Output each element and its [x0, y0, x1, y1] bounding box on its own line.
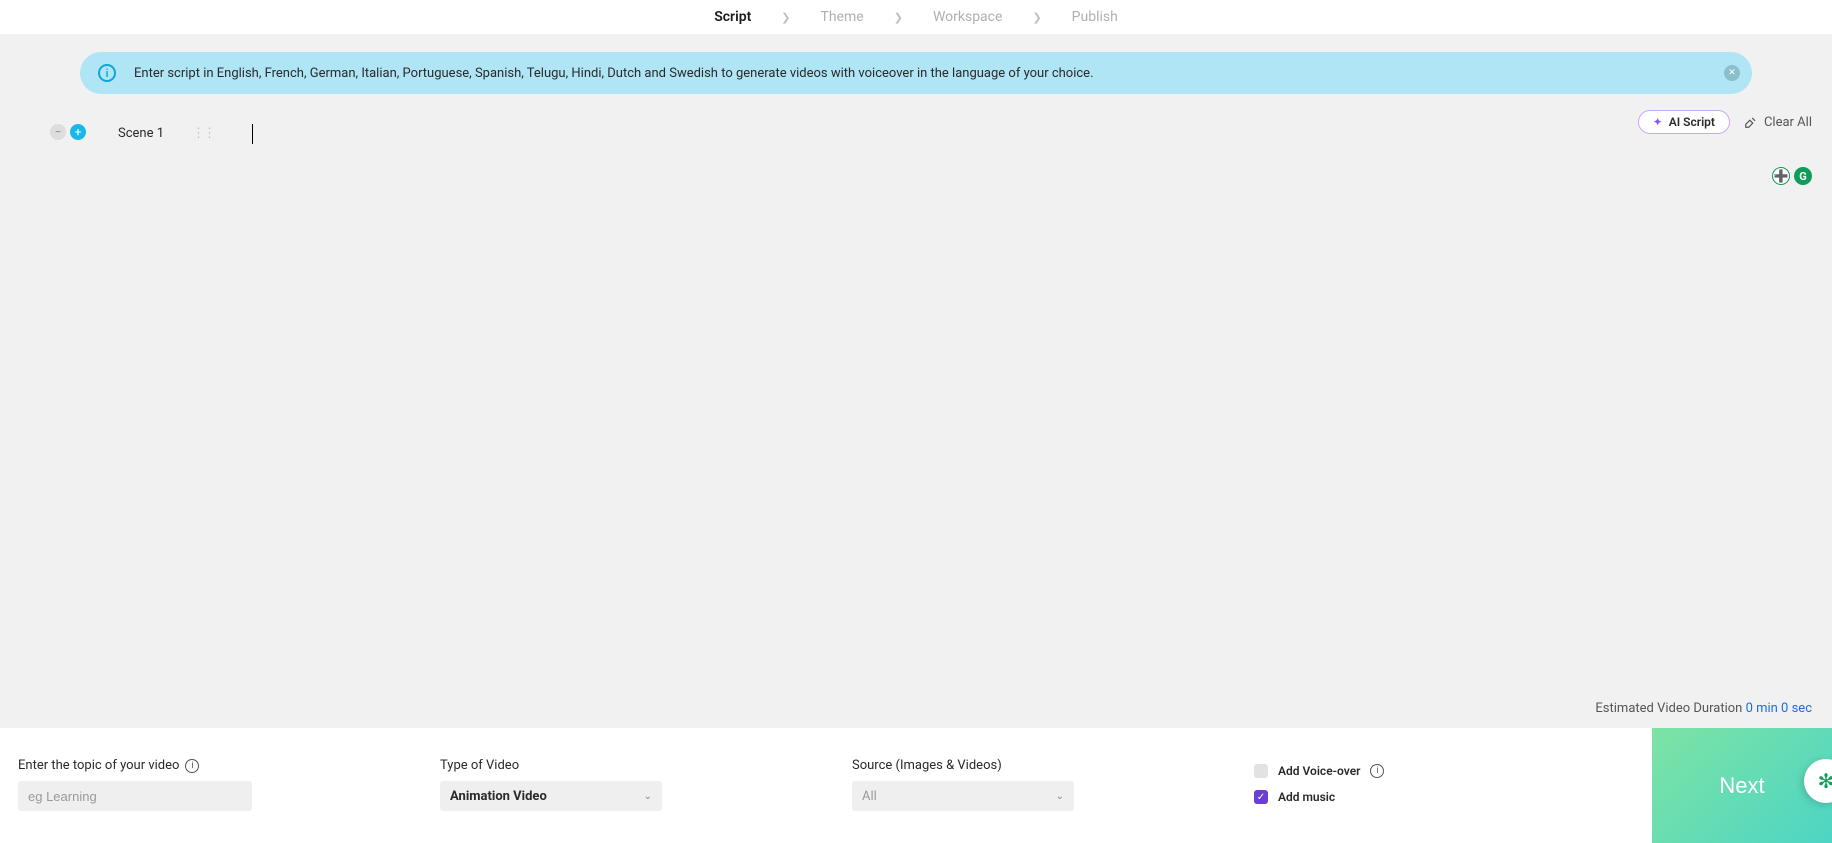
video-type-select[interactable]: Animation Video ⌄ — [440, 781, 662, 811]
info-banner: Enter script in English, French, German,… — [80, 52, 1752, 94]
close-banner-button[interactable]: ✕ — [1724, 65, 1740, 81]
source-select[interactable]: All ⌄ — [852, 781, 1074, 811]
chevron-right-icon: ❯ — [894, 11, 903, 24]
topic-field-group: Enter the topic of your video i — [18, 758, 252, 811]
type-field-group: Type of Video Animation Video ⌄ — [440, 758, 662, 811]
add-scene-button[interactable]: + — [70, 124, 86, 140]
chevron-down-icon: ⌄ — [644, 791, 652, 802]
source-label: Source (Images & Videos) — [852, 758, 1074, 773]
options-column: Add Voice-over i ✓ Add music — [1254, 764, 1384, 804]
video-type-value: Animation Video — [450, 789, 547, 804]
music-checkbox-row[interactable]: ✓ Add music — [1254, 790, 1384, 804]
help-icon[interactable]: i — [1370, 764, 1384, 778]
info-banner-text: Enter script in English, French, German,… — [134, 66, 1094, 81]
info-icon — [98, 64, 116, 82]
step-theme[interactable]: Theme — [821, 9, 864, 25]
assistant-icon: ✻ — [1818, 769, 1832, 793]
scene-controls: − + — [50, 124, 86, 140]
music-label: Add music — [1278, 790, 1335, 804]
text-cursor[interactable] — [252, 124, 253, 144]
step-script[interactable]: Script — [714, 9, 751, 25]
topic-input[interactable] — [18, 781, 252, 811]
add-extension-icon[interactable]: ➕ — [1772, 167, 1790, 185]
topic-label: Enter the topic of your video i — [18, 758, 252, 773]
source-value: All — [862, 789, 877, 804]
editor-badges: ➕ G — [1772, 167, 1812, 185]
scene-row: − + Scene 1 ⋮⋮ — [0, 122, 1832, 144]
duration-value: 0 min 0 sec — [1746, 701, 1812, 716]
type-label: Type of Video — [440, 758, 662, 773]
grammarly-icon[interactable]: G — [1794, 167, 1812, 185]
duration-row: Estimated Video Duration 0 min 0 sec — [0, 701, 1832, 716]
voiceover-checkbox[interactable] — [1254, 764, 1268, 778]
chevron-right-icon: ❯ — [1032, 11, 1041, 24]
voiceover-checkbox-row[interactable]: Add Voice-over i — [1254, 764, 1384, 778]
music-checkbox[interactable]: ✓ — [1254, 790, 1268, 804]
topic-label-text: Enter the topic of your video — [18, 758, 179, 773]
wizard-steps: Script ❯ Theme ❯ Workspace ❯ Publish — [0, 0, 1832, 34]
voiceover-label: Add Voice-over — [1278, 764, 1360, 778]
chevron-right-icon: ❯ — [781, 11, 790, 24]
source-field-group: Source (Images & Videos) All ⌄ — [852, 758, 1074, 811]
bottom-bar: Enter the topic of your video i Type of … — [0, 728, 1832, 843]
duration-label: Estimated Video Duration — [1595, 701, 1745, 716]
remove-scene-button[interactable]: − — [50, 124, 66, 140]
step-workspace[interactable]: Workspace — [933, 9, 1003, 25]
scene-label: Scene 1 — [118, 126, 164, 141]
chevron-down-icon: ⌄ — [1056, 791, 1064, 802]
scene-label-wrap: Scene 1 ⋮⋮ — [118, 122, 253, 144]
script-editor-area: Enter script in English, French, German,… — [0, 34, 1832, 728]
drag-handle-icon[interactable]: ⋮⋮ — [192, 126, 214, 141]
help-icon[interactable]: i — [185, 759, 199, 773]
step-publish[interactable]: Publish — [1072, 9, 1118, 25]
